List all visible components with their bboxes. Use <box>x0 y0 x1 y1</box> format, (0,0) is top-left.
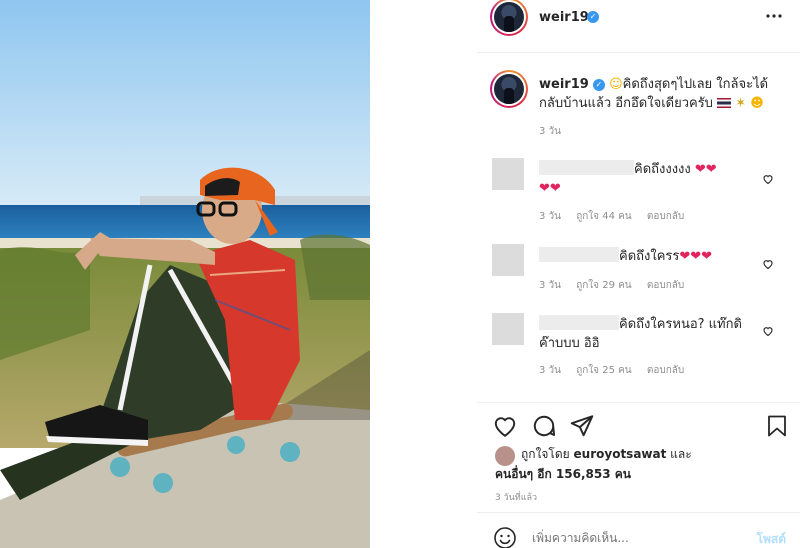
comment-time: 3 วัน <box>539 365 561 376</box>
comment-text: คิดถึงใครร❤❤❤ <box>539 247 759 266</box>
liker-avatar[interactable] <box>495 446 515 466</box>
more-options-icon[interactable] <box>766 8 782 24</box>
commenter-avatar[interactable] <box>492 158 524 190</box>
comment-time: 3 วัน <box>539 211 561 222</box>
red-heart-icon: ❤❤ <box>539 181 561 196</box>
red-heart-icon: ❤❤❤ <box>679 249 713 264</box>
likes-count-text[interactable]: คนอื่นๆ อีก 156,853 คน <box>495 467 631 481</box>
author-username[interactable]: weir19 <box>539 10 589 25</box>
party-popper-icon: ✶ <box>735 96 747 111</box>
comment-like-heart-icon[interactable] <box>762 322 774 337</box>
heart-icon[interactable] <box>492 413 518 443</box>
comment-meta: 3 วัน ถูกใจ 25 คน ตอบกลับ <box>539 363 696 378</box>
comment-likes[interactable]: ถูกใจ 25 คน <box>576 365 631 376</box>
likes-summary: ถูกใจโดย euroyotsawat และ <box>521 444 692 464</box>
caption-line-2: กลับบ้านแล้ว อีกอึดใจเดียวครับ <box>539 96 713 111</box>
comment-like-heart-icon[interactable] <box>762 255 774 270</box>
comment-text: คิดถึงงงงง ❤❤ ❤❤ <box>539 160 759 198</box>
caption-age: 3 วัน <box>539 126 561 137</box>
comment-text-line: คิดถึงใครร <box>619 249 680 264</box>
comment-input[interactable] <box>532 528 732 548</box>
red-heart-icon: ❤❤ <box>694 162 717 177</box>
caption-username[interactable]: weir19 <box>539 77 589 92</box>
save-icon[interactable] <box>765 413 789 443</box>
reply-button[interactable]: ตอบกลับ <box>647 280 684 291</box>
smile-emoji-icon: ☺ <box>609 77 623 92</box>
comment-like-heart-icon[interactable] <box>762 170 774 185</box>
caption-author-avatar[interactable] <box>490 70 528 108</box>
commenter-avatar[interactable] <box>492 313 524 345</box>
post-comment-button[interactable]: โพสต์ <box>757 530 786 548</box>
likes-prefix: ถูกใจโดย <box>521 447 570 461</box>
verified-icon: ✓ <box>587 11 599 23</box>
caption-line-1: คิดถึงสุดๆไปเลย ใกล้จะได้ <box>622 77 769 92</box>
commenter-username-redacted[interactable] <box>539 160 634 175</box>
header-divider <box>477 52 800 53</box>
commenter-avatar[interactable] <box>492 244 524 276</box>
comment-box-divider <box>477 512 800 513</box>
emoji-icon[interactable] <box>493 526 517 548</box>
verified-icon: ✓ <box>592 79 605 91</box>
commenter-username-redacted[interactable] <box>539 247 619 262</box>
comment-likes[interactable]: ถูกใจ 29 คน <box>576 280 631 291</box>
commenter-username-redacted[interactable] <box>539 315 619 330</box>
post-photo[interactable] <box>0 0 370 548</box>
liked-by-username[interactable]: euroyotsawat <box>574 447 667 461</box>
likes-and: และ <box>670 447 692 461</box>
share-icon[interactable] <box>569 413 595 443</box>
comment-time: 3 วัน <box>539 280 561 291</box>
reply-button[interactable]: ตอบกลับ <box>647 365 684 376</box>
post-age: 3 วันที่แล้ว <box>495 493 538 503</box>
caption-text: weir19 ✓ ☺คิดถึงสุดๆไปเลย ใกล้จะได้ กลับ… <box>539 75 789 113</box>
reply-button[interactable]: ตอบกลับ <box>647 211 684 222</box>
comment-icon[interactable] <box>531 413 557 443</box>
star-eyes-emoji-icon: ☻ <box>750 96 764 111</box>
likes-count[interactable]: คนอื่นๆ อีก 156,853 คน <box>495 464 631 484</box>
comment-text: คิดถึงใครหนอ? แท๊กดิ ค๊าบบบ อิอิ <box>539 315 769 353</box>
comment-meta: 3 วัน ถูกใจ 44 คน ตอบกลับ <box>539 209 696 224</box>
actions-divider <box>477 402 800 403</box>
comment-text-line: คิดถึงงงงง <box>634 162 691 177</box>
comment-text-line: คิดถึงใครหนอ? แท๊กดิ <box>619 317 742 332</box>
author-avatar[interactable] <box>490 0 528 36</box>
comment-text-line: ค๊าบบบ อิอิ <box>539 336 600 351</box>
comment-likes[interactable]: ถูกใจ 44 คน <box>576 211 631 222</box>
thai-flag-icon <box>717 98 732 108</box>
post-image <box>0 0 370 548</box>
post-details-panel: weir19 ✓ weir19 ✓ ☺คิดถึงสุดๆไปเลย ใกล้จ… <box>477 0 800 548</box>
comment-meta: 3 วัน ถูกใจ 29 คน ตอบกลับ <box>539 278 696 293</box>
